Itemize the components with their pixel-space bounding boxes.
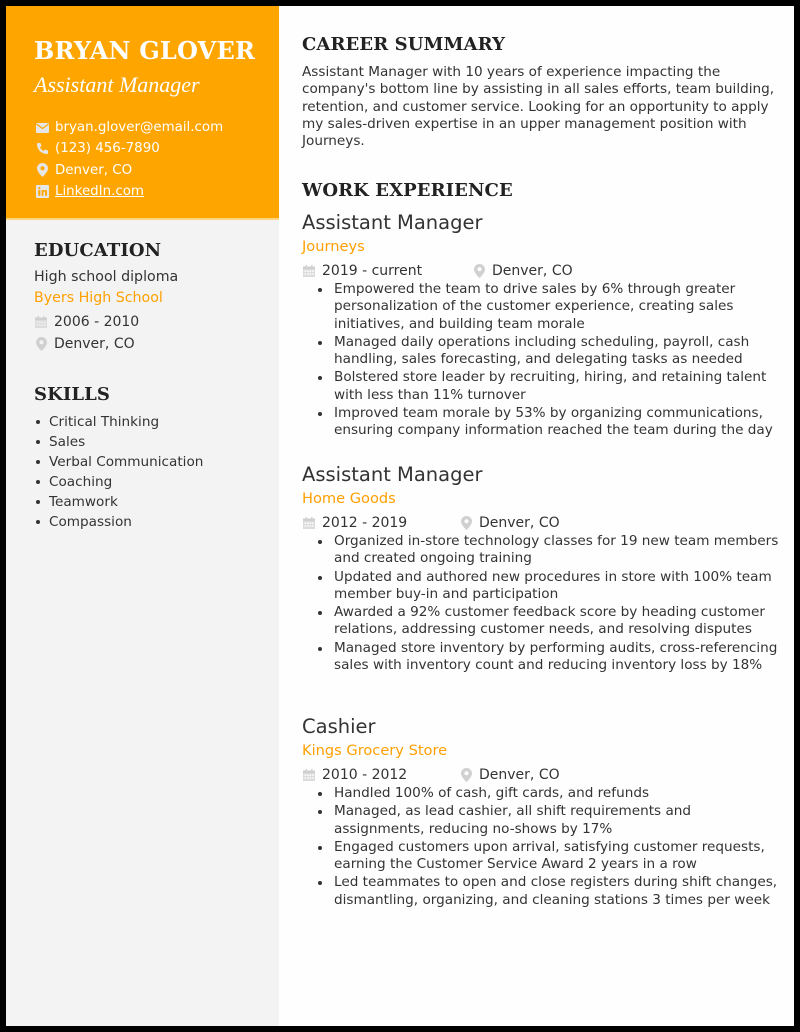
skill-item: Sales (34, 432, 203, 452)
job-bullet: Handled 100% of cash, gift cards, and re… (318, 785, 782, 802)
skill-item: Teamwork (34, 492, 203, 512)
education-heading: EDUCATION (34, 240, 162, 261)
job-bullet: Managed, as lead cashier, all shift requ… (318, 803, 782, 838)
job-location: Denver, CO (459, 515, 560, 531)
contact-list: bryan.glover@email.com (123) 456-7890 De… (35, 117, 223, 202)
work-experience-heading: WORK EXPERIENCE (302, 180, 513, 201)
job-bullets: Handled 100% of cash, gift cards, and re… (318, 785, 782, 909)
header-banner: BRYAN GLOVER Assistant Manager bryan.glo… (6, 6, 279, 220)
job-location: Denver, CO (472, 263, 573, 279)
job-bullet: Awarded a 92% customer feedback score by… (318, 604, 782, 639)
envelope-icon (35, 121, 49, 135)
education-dates-text: 2006 - 2010 (54, 314, 140, 331)
contact-location: Denver, CO (35, 160, 223, 181)
job-location-text: Denver, CO (492, 262, 573, 279)
job-bullet: Led teammates to open and close register… (318, 874, 782, 909)
job-company: Kings Grocery Store (302, 742, 448, 759)
candidate-title: Assistant Manager (34, 72, 200, 97)
education-dates: 2006 - 2010 (34, 312, 178, 334)
calendar-icon (302, 264, 316, 278)
job-bullet: Bolstered store leader by recruiting, hi… (318, 369, 782, 404)
job-entry: Assistant Manager Journeys 2019 - curren… (302, 211, 782, 441)
job-dates: 2012 - 2019 (322, 514, 408, 531)
resume-page: BRYAN GLOVER Assistant Manager bryan.glo… (6, 6, 794, 1026)
education-section: EDUCATION High school diploma Byers High… (34, 240, 178, 355)
job-bullets: Empowered the team to drive sales by 6% … (318, 281, 782, 440)
job-entry: Assistant Manager Home Goods 2012 - 2019… (302, 463, 782, 675)
job-meta: 2019 - current Denver, CO (302, 260, 782, 281)
map-pin-icon (35, 163, 49, 178)
job-meta: 2010 - 2012 Denver, CO (302, 764, 782, 785)
map-pin-icon (459, 515, 473, 530)
calendar-icon (34, 315, 48, 329)
career-summary-text: Assistant Manager with 10 years of exper… (302, 64, 775, 150)
skill-item: Compassion (34, 512, 203, 532)
job-bullet: Updated and authored new procedures in s… (318, 569, 782, 604)
job-role: Cashier (302, 715, 376, 738)
contact-email: bryan.glover@email.com (35, 117, 223, 138)
job-location-text: Denver, CO (479, 766, 560, 783)
job-role: Assistant Manager (302, 211, 483, 234)
phone-icon (35, 142, 49, 156)
linkedin-link[interactable]: LinkedIn.com (55, 184, 144, 199)
job-bullet: Organized in-store technology classes fo… (318, 533, 782, 568)
candidate-name: BRYAN GLOVER (34, 36, 256, 65)
skill-item: Verbal Communication (34, 452, 203, 472)
map-pin-icon (472, 263, 486, 278)
job-bullet: Managed daily operations including sched… (318, 334, 782, 369)
contact-phone: (123) 456-7890 (35, 138, 223, 159)
job-meta: 2012 - 2019 Denver, CO (302, 512, 782, 533)
contact-linkedin: LinkedIn.com (35, 181, 223, 202)
linkedin-icon (35, 185, 49, 199)
map-pin-icon (459, 767, 473, 782)
education-location: Denver, CO (34, 333, 178, 355)
map-pin-icon (34, 336, 48, 351)
skills-list: Critical Thinking Sales Verbal Communica… (34, 412, 203, 532)
calendar-icon (302, 768, 316, 782)
skill-item: Coaching (34, 472, 203, 492)
job-location-text: Denver, CO (479, 514, 560, 531)
skills-heading: SKILLS (34, 384, 110, 405)
job-role: Assistant Manager (302, 463, 483, 486)
education-location-text: Denver, CO (54, 335, 135, 352)
job-company: Journeys (302, 238, 365, 255)
job-bullet: Engaged customers upon arrival, satisfyi… (318, 839, 782, 874)
job-location: Denver, CO (459, 767, 560, 783)
email-text[interactable]: bryan.glover@email.com (55, 120, 223, 135)
calendar-icon (302, 516, 316, 530)
sidebar: BRYAN GLOVER Assistant Manager bryan.glo… (6, 6, 279, 1026)
skills-section: SKILLS Critical Thinking Sales Verbal Co… (34, 384, 203, 532)
skill-item: Critical Thinking (34, 412, 203, 432)
job-entry: Cashier Kings Grocery Store 2010 - 2012 … (302, 715, 782, 910)
education-school: Byers High School (34, 290, 163, 306)
job-company: Home Goods (302, 490, 396, 507)
location-text: Denver, CO (55, 162, 133, 178)
job-bullet: Improved team morale by 53% by organizin… (318, 405, 782, 440)
education-degree: High school diploma (34, 269, 179, 285)
job-dates: 2019 - current (322, 262, 423, 279)
phone-text[interactable]: (123) 456-7890 (55, 141, 160, 156)
job-bullets: Organized in-store technology classes fo… (318, 533, 782, 675)
job-bullet: Managed store inventory by performing au… (318, 640, 782, 675)
job-dates: 2010 - 2012 (322, 766, 408, 783)
career-summary-heading: CAREER SUMMARY (302, 34, 506, 55)
job-bullet: Empowered the team to drive sales by 6% … (318, 281, 782, 333)
